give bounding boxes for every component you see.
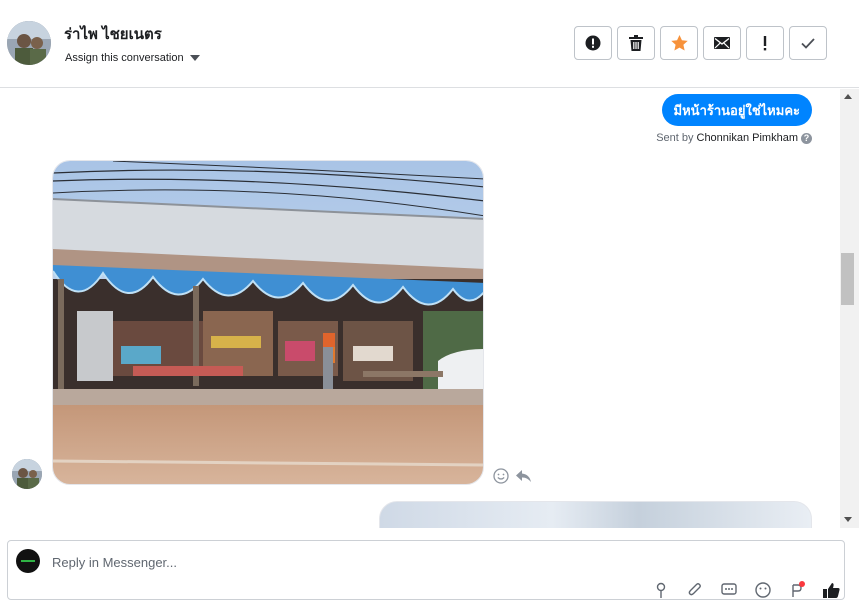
reply-icon[interactable] xyxy=(515,468,532,484)
scroll-up-icon[interactable] xyxy=(844,94,852,99)
exclamation-icon xyxy=(763,36,767,51)
assign-label: Assign this conversation xyxy=(65,52,184,64)
contact-name: ร่าไพ ไชยเนตร xyxy=(64,26,162,43)
sent-by-prefix: Sent by xyxy=(656,132,694,144)
sender-avatar[interactable] xyxy=(12,459,42,489)
incoming-photo-attachment[interactable] xyxy=(52,160,484,485)
alert-circle-icon xyxy=(585,35,601,51)
caret-down-icon xyxy=(189,55,200,61)
mark-spam-button[interactable] xyxy=(574,26,612,60)
conversation-header: ร่าไพ ไชยเนตร Assign this conversation xyxy=(0,0,859,88)
attachment-icon[interactable] xyxy=(686,581,704,599)
outgoing-message-bubble[interactable]: มีหน้าร้านอยู่ใช่ไหมคะ xyxy=(661,94,812,126)
star-button[interactable] xyxy=(660,26,698,60)
composer-toolbar xyxy=(652,581,840,599)
trash-icon xyxy=(629,35,643,51)
payment-icon[interactable] xyxy=(788,581,806,599)
reply-input[interactable] xyxy=(52,550,612,574)
outgoing-photo-attachment[interactable] xyxy=(379,501,812,528)
scroll-thumb[interactable] xyxy=(841,253,854,305)
conversation-actions xyxy=(574,26,827,60)
star-icon xyxy=(670,35,688,51)
assign-conversation-dropdown[interactable]: Assign this conversation xyxy=(65,52,200,64)
message-tools xyxy=(493,468,532,484)
help-icon[interactable]: ? xyxy=(801,132,812,144)
like-icon[interactable] xyxy=(822,581,840,599)
message-thread: มีหน้าร้านอยู่ใช่ไหมคะ Sent by Chonnikan… xyxy=(0,89,840,528)
scroll-down-icon[interactable] xyxy=(844,517,852,522)
react-emoji-icon[interactable] xyxy=(493,468,509,484)
saved-replies-icon[interactable] xyxy=(720,581,738,599)
pin-icon[interactable] xyxy=(652,581,670,599)
thread-scrollbar[interactable] xyxy=(840,89,859,528)
page-avatar xyxy=(16,549,40,573)
mark-unread-button[interactable] xyxy=(703,26,741,60)
follow-up-button[interactable] xyxy=(746,26,784,60)
envelope-icon xyxy=(714,37,730,49)
mark-done-button[interactable] xyxy=(789,26,827,60)
contact-avatar[interactable] xyxy=(7,21,51,65)
delete-button[interactable] xyxy=(617,26,655,60)
checkmark-icon xyxy=(801,37,815,49)
sender-name[interactable]: Chonnikan Pimkham xyxy=(697,132,799,144)
sent-by-info: Sent by Chonnikan Pimkham ? xyxy=(656,132,812,144)
reply-composer xyxy=(7,540,845,600)
emoji-icon[interactable] xyxy=(754,581,772,599)
